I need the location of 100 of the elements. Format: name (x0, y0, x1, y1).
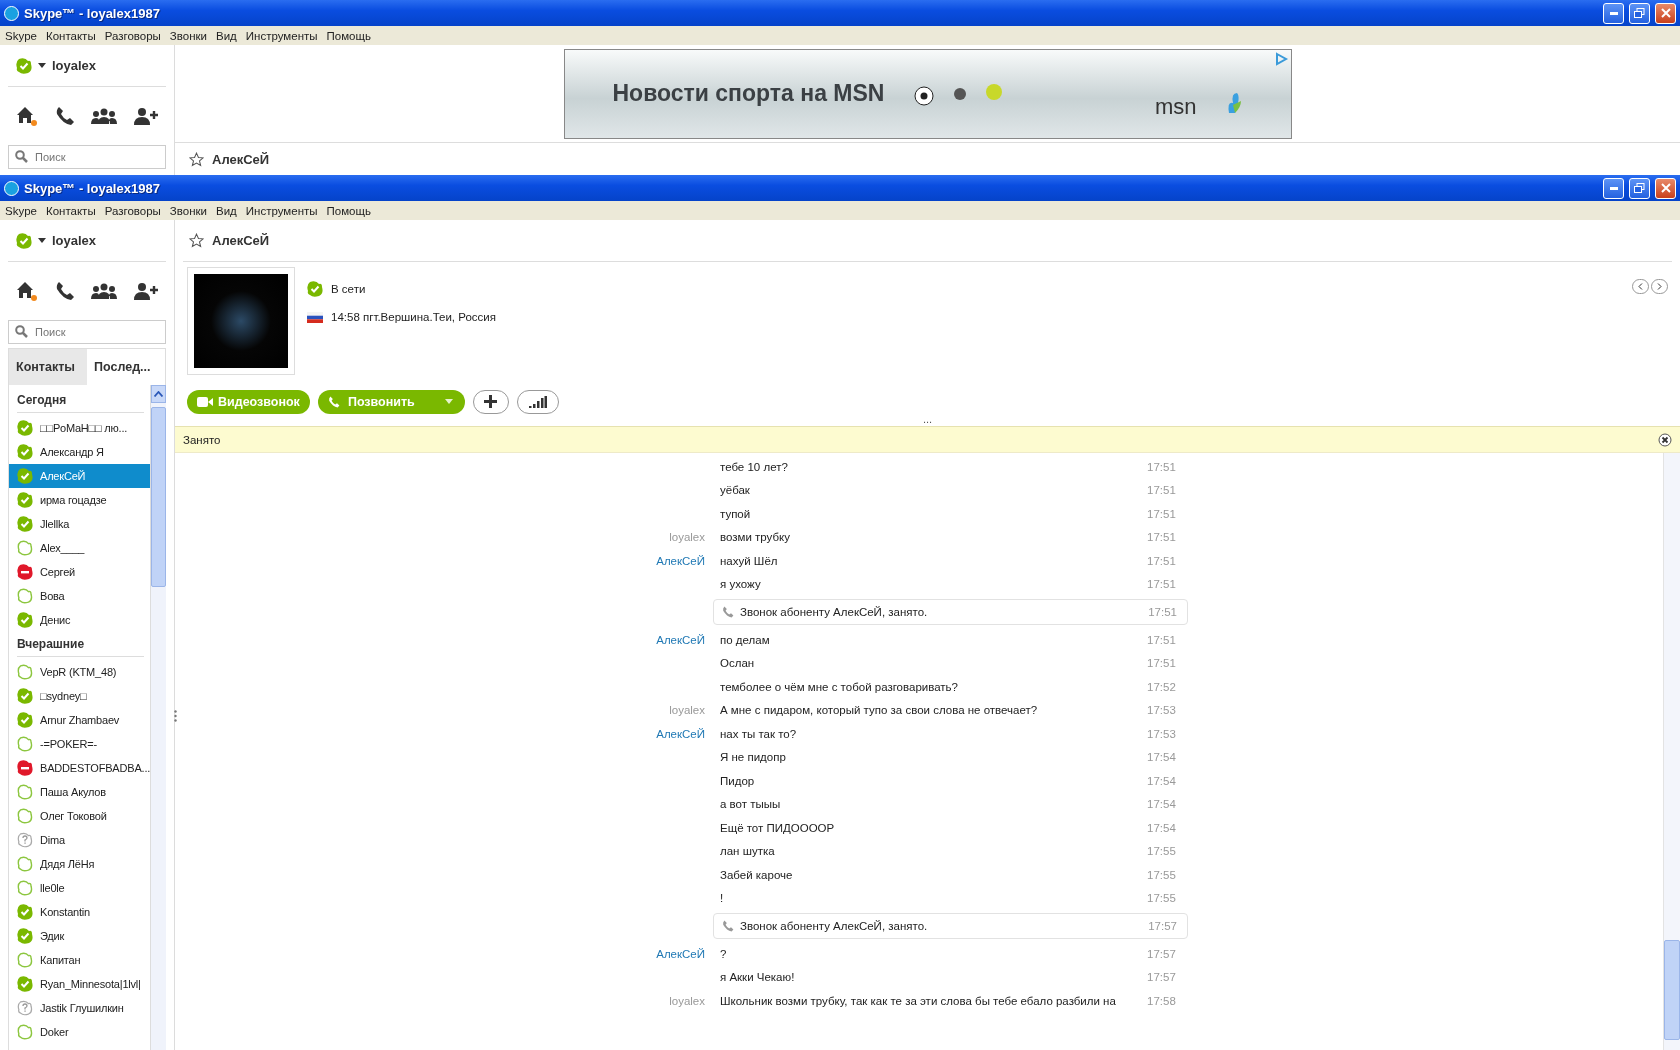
contact-item[interactable]: □□PoMaH□□ лю... (9, 416, 150, 440)
contact-item[interactable]: Паша Акулов (9, 780, 150, 804)
star-icon[interactable] (189, 151, 204, 167)
contact-item-name: Jastik Глушилкин (40, 1002, 124, 1014)
add-contact-icon[interactable] (133, 282, 158, 300)
message-time: 17:57 (1147, 971, 1176, 984)
message-time: 17:55 (1147, 868, 1176, 881)
phone-icon[interactable] (54, 106, 75, 126)
menu-item[interactable]: Помощь (323, 204, 377, 217)
call-event-text: Звонок абоненту АлекСеЙ, занято. (740, 606, 929, 618)
call-quality-button[interactable] (516, 389, 559, 414)
home-icon[interactable] (16, 105, 39, 127)
menu-item[interactable]: Контакты (42, 204, 102, 217)
user-name[interactable]: loyalex (52, 233, 97, 248)
contact-item[interactable]: Эдик (9, 924, 150, 948)
contact-item[interactable]: Вова (9, 584, 150, 608)
contact-item[interactable]: Денис (9, 608, 150, 632)
group-icon[interactable] (91, 283, 118, 299)
message-text: уёбак (720, 484, 750, 497)
contact-item[interactable]: VepR (KTM_48) (9, 660, 150, 684)
message-time: 17:54 (1147, 821, 1176, 834)
star-icon[interactable] (189, 233, 204, 248)
message-text: ! (720, 892, 724, 905)
scroll-thumb[interactable] (1664, 940, 1680, 1040)
contact-item-name: -=POKER=- (40, 738, 97, 750)
contact-item[interactable]: Дядя ЛёНя (9, 852, 150, 876)
message-time: 17:51 (1148, 606, 1177, 618)
message-text: а вот тыыы (720, 798, 781, 811)
contact-item[interactable]: Капитан (9, 948, 150, 972)
minimize-button[interactable] (1603, 177, 1624, 199)
search-field[interactable]: Поиск (8, 320, 166, 344)
user-name[interactable]: loyalex (52, 58, 97, 73)
menu-item[interactable]: Вид (213, 29, 243, 42)
ad-banner[interactable]: Новости спорта на MSN msn (563, 48, 1292, 139)
menu-item[interactable]: Разговоры (101, 29, 167, 42)
contact-item[interactable]: BADDESTOFBADBA... (9, 756, 150, 780)
message-text: по делам (720, 633, 770, 646)
menu-item[interactable]: Skype (2, 29, 43, 42)
contact-item[interactable]: Konstantin (9, 900, 150, 924)
message-time: 17:52 (1147, 680, 1176, 693)
contact-item[interactable]: АлекСеЙ (9, 464, 150, 488)
menu-item[interactable]: Звонки (166, 204, 213, 217)
contact-item[interactable]: Jlellka (9, 512, 150, 536)
menu-item[interactable]: Контакты (42, 29, 102, 42)
scrollbar[interactable] (1663, 453, 1680, 1050)
contact-item[interactable]: lle0le (9, 876, 150, 900)
restore-button[interactable] (1629, 2, 1650, 24)
contact-item[interactable]: -=POKER=- (9, 732, 150, 756)
tab[interactable]: Контакты (9, 349, 87, 385)
contact-item[interactable]: Dima (9, 828, 150, 852)
menu-item[interactable]: Skype (2, 204, 43, 217)
minimize-button[interactable] (1603, 2, 1624, 24)
previous-button[interactable] (1632, 279, 1649, 294)
close-button[interactable] (1655, 177, 1676, 199)
menu-item[interactable]: Вид (213, 204, 243, 217)
contact-item-name: Arnur Zhambaev (40, 714, 120, 726)
message-time: 17:51 (1147, 484, 1176, 497)
search-field[interactable]: Поиск (8, 145, 166, 169)
menu-item[interactable]: Помощь (323, 29, 377, 42)
close-button[interactable] (1655, 2, 1676, 24)
dismiss-button[interactable] (1658, 432, 1672, 447)
contact-item[interactable]: Олег Токовой (9, 804, 150, 828)
next-button[interactable] (1651, 279, 1668, 294)
menu-item[interactable]: Инструменты (242, 204, 324, 217)
contact-item-name: Олег Токовой (40, 810, 107, 822)
contact-name: АлекСеЙ (212, 233, 270, 248)
message-text: ? (720, 947, 727, 960)
menu-item[interactable]: Инструменты (242, 29, 324, 42)
add-contact-icon[interactable] (133, 107, 158, 125)
message-time: 17:51 (1147, 633, 1176, 646)
sender-name: loyalex (669, 994, 705, 1007)
contact-item-name: lle0le (40, 882, 65, 894)
contact-item[interactable]: □sydney□ (9, 684, 150, 708)
scrollbar[interactable] (150, 385, 166, 1050)
contact-item[interactable]: Arnur Zhambaev (9, 708, 150, 732)
resize-handle[interactable]: ... (175, 414, 1680, 426)
chevron-right-icon (1657, 283, 1662, 290)
contact-item[interactable]: Doker (9, 1020, 150, 1044)
contact-item[interactable]: Сергей (9, 560, 150, 584)
close-icon (1660, 8, 1671, 18)
menu-item[interactable]: Разговоры (101, 204, 167, 217)
notification-text: Занято (183, 433, 221, 446)
contact-item-name: Jlellka (40, 518, 70, 530)
group-heading: Вчерашние (17, 632, 144, 657)
menu-item[interactable]: Звонки (166, 29, 213, 42)
restore-button[interactable] (1629, 177, 1650, 199)
add-button[interactable] (472, 389, 509, 414)
contact-item[interactable]: ирма гоцадзе (9, 488, 150, 512)
group-icon[interactable] (91, 108, 118, 124)
phone-icon[interactable] (54, 281, 75, 301)
search-icon (15, 325, 28, 338)
close-icon (1658, 432, 1672, 447)
home-icon[interactable] (16, 280, 39, 302)
contact-item[interactable]: Ryan_Minnesota|1lvl| (9, 972, 150, 996)
contact-item[interactable]: Alex____ (9, 536, 150, 560)
contact-item[interactable]: Александр Я (9, 440, 150, 464)
contact-item-name: Doker (40, 1026, 69, 1038)
contact-item[interactable]: Jastik Глушилкин (9, 996, 150, 1020)
scroll-thumb[interactable] (151, 407, 166, 587)
search-icon (15, 150, 28, 163)
